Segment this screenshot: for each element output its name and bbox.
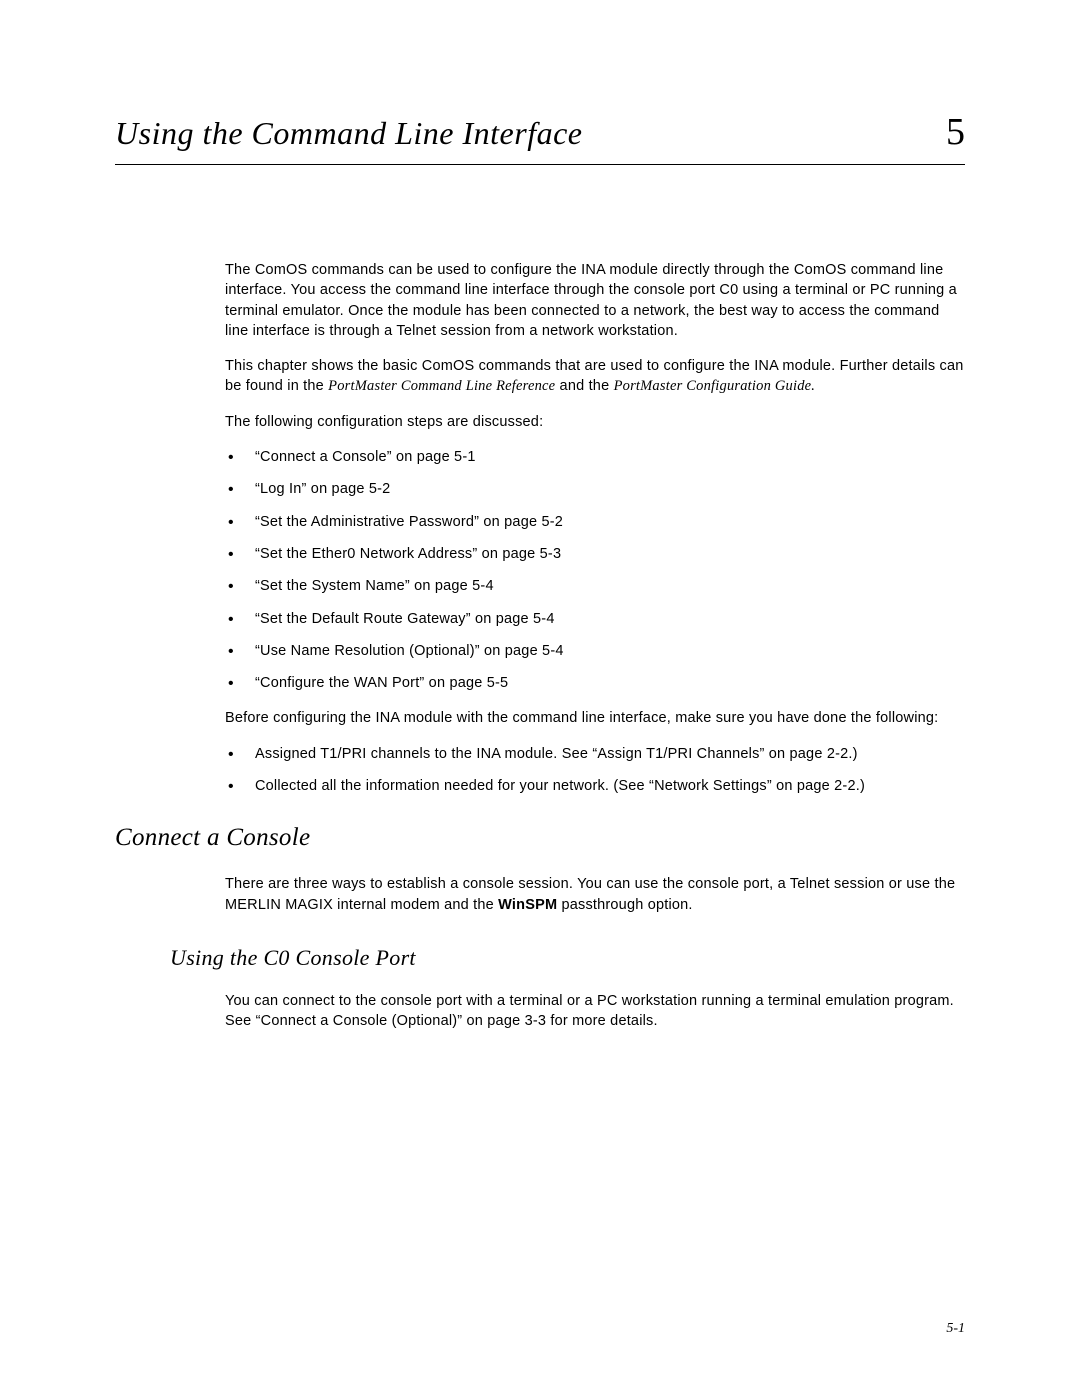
page-number: 5-1 [946,1321,965,1337]
section1-p1-text-b: passthrough option. [557,897,692,913]
intro-p2-text-b: and the [555,378,613,394]
intro-paragraph-3: The following configuration steps are di… [225,412,965,432]
list-item: “Configure the WAN Port” on page 5-5 [225,673,965,693]
intro-paragraph-2: This chapter shows the basic ComOS comma… [225,356,965,397]
list-item: “Set the System Name” on page 5-4 [225,576,965,596]
list-item: “Set the Ether0 Network Address” on page… [225,544,965,564]
chapter-number: 5 [946,110,965,154]
section1-paragraph-1: There are three ways to establish a cons… [225,874,965,915]
list-item: “Set the Administrative Password” on pag… [225,512,965,532]
prereq-list: Assigned T1/PRI channels to the INA modu… [225,744,965,797]
list-item: “Use Name Resolution (Optional)” on page… [225,641,965,661]
intro-paragraph-1: The ComOS commands can be used to config… [225,260,965,341]
chapter-title: Using the Command Line Interface [115,115,583,152]
body-content: The ComOS commands can be used to config… [115,260,965,1032]
list-item: “Set the Default Route Gateway” on page … [225,609,965,629]
config-steps-list: “Connect a Console” on page 5-1 “Log In”… [225,447,965,693]
intro-p2-ref2: PortMaster Configuration Guide. [614,378,816,394]
list-item: “Log In” on page 5-2 [225,479,965,499]
prereq-intro: Before configuring the INA module with t… [225,708,965,728]
section1-p1-bold: WinSPM [498,897,557,913]
document-page: Using the Command Line Interface 5 The C… [0,0,1080,1107]
section-heading-connect-console: Connect a Console [115,824,965,852]
list-item: Assigned T1/PRI channels to the INA modu… [225,744,965,764]
list-item: Collected all the information needed for… [225,776,965,796]
intro-p2-ref1: PortMaster Command Line Reference [328,378,555,394]
chapter-header: Using the Command Line Interface 5 [115,110,965,165]
subsection1-paragraph-1: You can connect to the console port with… [225,991,965,1032]
list-item: “Connect a Console” on page 5-1 [225,447,965,467]
subsection-heading-c0-console: Using the C0 Console Port [170,945,965,971]
